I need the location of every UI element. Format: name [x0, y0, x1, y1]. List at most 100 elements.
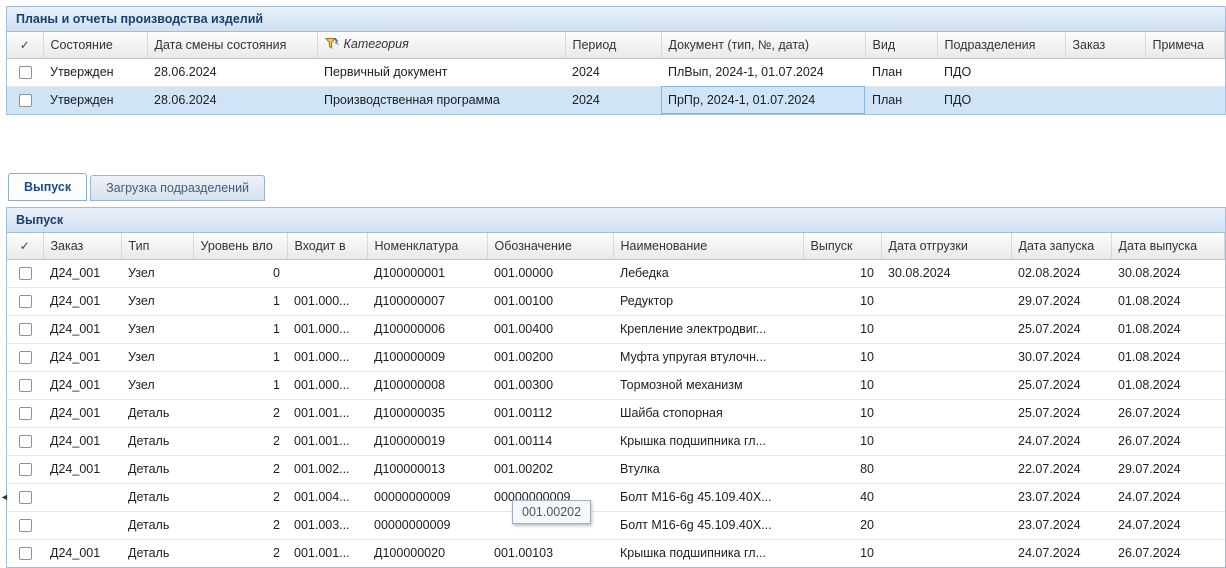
cell[interactable]: ПДО: [937, 58, 1065, 86]
table-row[interactable]: Деталь2001.004...0000000000900000000009Б…: [7, 483, 1225, 511]
cell[interactable]: Тормозной механизм: [613, 371, 803, 399]
table-row[interactable]: Д24_001Узел0Д100000001001.00000Лебедка10…: [7, 259, 1225, 287]
cell[interactable]: 25.07.2024: [1011, 399, 1111, 427]
cell[interactable]: ПлВып, 2024-1, 01.07.2024: [661, 58, 865, 86]
cell[interactable]: Деталь: [121, 511, 193, 539]
cell[interactable]: Д100000001: [367, 259, 487, 287]
cell[interactable]: [881, 427, 1011, 455]
cell[interactable]: 001.000...: [287, 371, 367, 399]
cell[interactable]: 001.001...: [287, 427, 367, 455]
cell[interactable]: 02.08.2024: [1011, 259, 1111, 287]
cell[interactable]: 001.003...: [287, 511, 367, 539]
col-header-state[interactable]: Состояние: [43, 32, 147, 58]
cell[interactable]: 2024: [565, 58, 661, 86]
cell[interactable]: Д100000035: [367, 399, 487, 427]
cell[interactable]: 30.07.2024: [1011, 343, 1111, 371]
cell[interactable]: [881, 399, 1011, 427]
cell[interactable]: Муфта упругая втулочн...: [613, 343, 803, 371]
cell[interactable]: Д24_001: [43, 371, 121, 399]
cell[interactable]: 2: [193, 455, 287, 483]
cell[interactable]: 001.00000: [487, 259, 613, 287]
select-all-header[interactable]: ✓: [7, 233, 43, 259]
cell[interactable]: [881, 315, 1011, 343]
cell[interactable]: План: [865, 58, 937, 86]
cell[interactable]: Узел: [121, 371, 193, 399]
cell[interactable]: 20: [803, 511, 881, 539]
cell[interactable]: 00000000009: [367, 511, 487, 539]
cell[interactable]: 001.000...: [287, 343, 367, 371]
row-checkbox[interactable]: [19, 351, 32, 364]
cell[interactable]: [881, 455, 1011, 483]
row-checkbox[interactable]: [19, 66, 32, 79]
cell[interactable]: 2: [193, 427, 287, 455]
cell[interactable]: Деталь: [121, 539, 193, 567]
cell[interactable]: 2: [193, 399, 287, 427]
cell[interactable]: 26.07.2024: [1111, 399, 1225, 427]
cell[interactable]: [1145, 58, 1225, 86]
cell[interactable]: 23.07.2024: [1011, 483, 1111, 511]
cell[interactable]: 001.001...: [287, 539, 367, 567]
row-checkbox[interactable]: [19, 547, 32, 560]
row-checkbox-cell[interactable]: [7, 511, 43, 539]
cell[interactable]: Д100000020: [367, 539, 487, 567]
row-checkbox-cell[interactable]: [7, 371, 43, 399]
cell[interactable]: Крышка подшипника гл...: [613, 539, 803, 567]
cell[interactable]: [1065, 86, 1145, 114]
cell[interactable]: Д24_001: [43, 427, 121, 455]
cell[interactable]: 1: [193, 343, 287, 371]
row-checkbox[interactable]: [19, 323, 32, 336]
table-row[interactable]: Д24_001Деталь2001.001...Д100000019001.00…: [7, 427, 1225, 455]
col-header-nomenclature[interactable]: Номенклатура: [367, 233, 487, 259]
table-row[interactable]: Д24_001Деталь2001.001...Д100000035001.00…: [7, 399, 1225, 427]
cell[interactable]: 25.07.2024: [1011, 371, 1111, 399]
cell[interactable]: 28.06.2024: [147, 58, 317, 86]
cell[interactable]: 001.00114: [487, 427, 613, 455]
cell[interactable]: Шайба стопорная: [613, 399, 803, 427]
splitter-collapse-icon[interactable]: ◄: [0, 488, 8, 506]
cell[interactable]: Узел: [121, 287, 193, 315]
cell[interactable]: 001.00112: [487, 399, 613, 427]
col-header-designation[interactable]: Обозначение: [487, 233, 613, 259]
cell[interactable]: [881, 511, 1011, 539]
cell[interactable]: Деталь: [121, 483, 193, 511]
cell[interactable]: Д24_001: [43, 399, 121, 427]
cell[interactable]: Д100000008: [367, 371, 487, 399]
tab-zagruzka-podrazdelenij[interactable]: Загрузка подразделений: [90, 175, 265, 201]
cell[interactable]: 40: [803, 483, 881, 511]
cell[interactable]: 30.08.2024: [1111, 259, 1225, 287]
cell[interactable]: Крепление электродвиг...: [613, 315, 803, 343]
cell[interactable]: 22.07.2024: [1011, 455, 1111, 483]
cell[interactable]: [287, 259, 367, 287]
cell[interactable]: 2: [193, 539, 287, 567]
cell[interactable]: 25.07.2024: [1011, 315, 1111, 343]
cell[interactable]: 29.07.2024: [1011, 287, 1111, 315]
cell[interactable]: Деталь: [121, 399, 193, 427]
cell[interactable]: Д24_001: [43, 259, 121, 287]
col-header-order[interactable]: Заказ: [43, 233, 121, 259]
cell[interactable]: 26.07.2024: [1111, 539, 1225, 567]
col-header-document[interactable]: Документ (тип, №, дата): [661, 32, 865, 58]
cell[interactable]: 1: [193, 315, 287, 343]
cell[interactable]: 10: [803, 315, 881, 343]
cell[interactable]: 1: [193, 287, 287, 315]
table-row[interactable]: Д24_001Узел1001.000...Д100000006001.0040…: [7, 315, 1225, 343]
row-checkbox[interactable]: [19, 267, 32, 280]
cell[interactable]: 001.00202: [487, 455, 613, 483]
cell[interactable]: 01.08.2024: [1111, 343, 1225, 371]
cell[interactable]: 10: [803, 259, 881, 287]
col-header-order[interactable]: Заказ: [1065, 32, 1145, 58]
cell[interactable]: 24.07.2024: [1111, 511, 1225, 539]
cell[interactable]: 001.00300: [487, 371, 613, 399]
cell[interactable]: Болт М16-6g 45.109.40Х...: [613, 511, 803, 539]
cell[interactable]: 001.00200: [487, 343, 613, 371]
cell[interactable]: 001.002...: [287, 455, 367, 483]
cell[interactable]: Лебедка: [613, 259, 803, 287]
col-header-division[interactable]: Подразделения: [937, 32, 1065, 58]
row-checkbox[interactable]: [19, 295, 32, 308]
cell[interactable]: 001.00103: [487, 539, 613, 567]
cell[interactable]: Д24_001: [43, 287, 121, 315]
table-row[interactable]: Деталь2001.003...00000000009Болт М16-6g …: [7, 511, 1225, 539]
cell[interactable]: 29.07.2024: [1111, 455, 1225, 483]
row-checkbox-cell[interactable]: [7, 399, 43, 427]
col-header-release-date[interactable]: Дата выпуска: [1111, 233, 1225, 259]
